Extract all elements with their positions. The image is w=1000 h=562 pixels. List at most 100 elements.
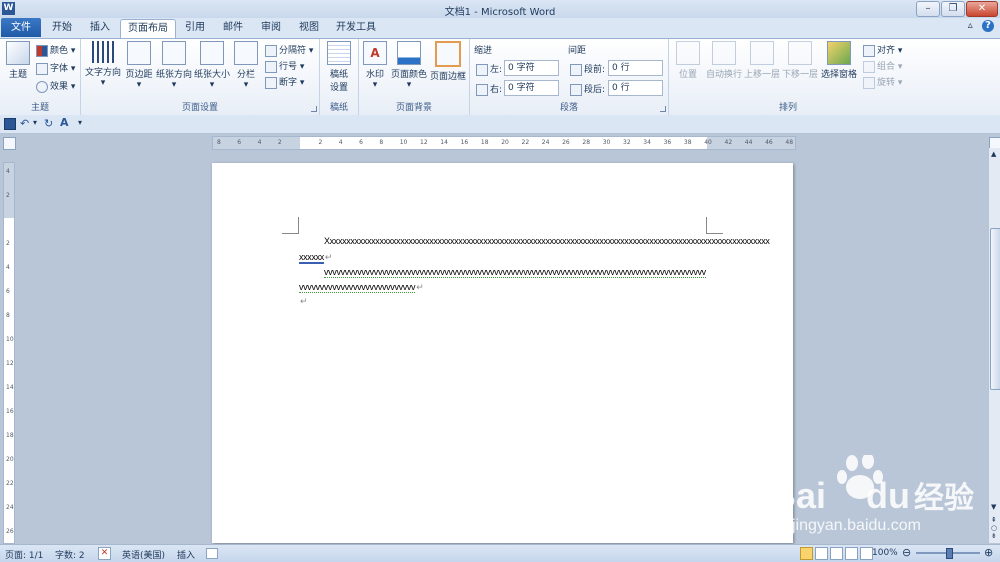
minimize-button[interactable]: –	[916, 1, 940, 17]
ruler-tick: 24	[541, 139, 550, 146]
draft-paper-settings-button[interactable]: 稿纸 设置	[323, 41, 355, 93]
tab-selector[interactable]	[3, 137, 16, 150]
tab-home[interactable]: 开始	[46, 19, 78, 37]
doc-text-line-1[interactable]: Xxxxxxxxxxxxxxxxxxxxxxxxxxxxxxxxxxxxxxxx…	[324, 236, 770, 246]
line-numbers-icon	[265, 60, 277, 73]
selection-pane-button[interactable]: 选择窗格	[819, 41, 859, 80]
wrap-text-button[interactable]: 自动换行	[705, 41, 743, 80]
format-painter-icon[interactable]: A	[60, 116, 69, 129]
zoom-slider[interactable]	[916, 548, 980, 559]
size-button[interactable]: 纸张大小 ▾	[193, 41, 231, 90]
zoom-level[interactable]: 100%	[872, 548, 898, 558]
tab-mailings[interactable]: 邮件	[218, 19, 248, 37]
help-icon[interactable]: ?	[982, 20, 994, 32]
empty-paragraph-mark[interactable]: ↵	[300, 296, 308, 307]
group-objects-button[interactable]: 组合 ▾	[863, 59, 902, 73]
group-paragraph: 缩进 间距 左: 0 字符 右: 0 字符 段前: 0 行 段后: 0 行 段落	[470, 39, 669, 115]
orientation-button[interactable]: 纸张方向 ▾	[155, 41, 193, 90]
text-direction-icon	[92, 41, 114, 63]
redo-button[interactable]: ↻	[44, 117, 53, 130]
language-indicator[interactable]: 英语(美国)	[122, 548, 165, 561]
browse-object-icon[interactable]: ○	[991, 524, 997, 532]
page-count[interactable]: 页面: 1/1	[5, 548, 43, 561]
word-count[interactable]: 字数: 2	[55, 548, 85, 561]
undo-dropdown-icon[interactable]: ▾	[33, 118, 37, 127]
next-page-icon[interactable]: ⇟	[991, 532, 997, 540]
proofing-icon[interactable]: ✕	[98, 547, 111, 560]
themes-button[interactable]: 主题	[4, 41, 32, 80]
group-label-draft-paper: 稿纸	[329, 103, 348, 113]
paragraph-dialog-launcher[interactable]	[660, 106, 666, 112]
tab-references[interactable]: 引用	[180, 19, 210, 37]
outline-view-icon[interactable]	[845, 547, 858, 560]
full-screen-reading-icon[interactable]	[815, 547, 828, 560]
line-numbers-button[interactable]: 行号 ▾	[265, 59, 304, 73]
customize-qat-icon[interactable]: ▾	[78, 118, 82, 127]
rotate-button[interactable]: 旋转 ▾	[863, 75, 902, 89]
doc-text-line-4[interactable]: vvvvvvvvvvvvvvvvvvvvvvvvvvvv↵	[299, 282, 424, 293]
selection-pane-icon	[827, 41, 851, 65]
ruler-tick: 14	[440, 139, 448, 146]
tab-view[interactable]: 视图	[294, 19, 324, 37]
doc-text-line-2[interactable]: xxxxxx↵	[299, 252, 332, 264]
vertical-ruler-tick: 4	[6, 168, 10, 175]
margins-icon	[127, 41, 151, 65]
spacing-after-field[interactable]: 0 行	[608, 80, 663, 96]
theme-effects-button[interactable]: 效果 ▾	[36, 79, 75, 93]
page-setup-dialog-launcher[interactable]	[311, 106, 317, 112]
print-layout-view-icon[interactable]	[800, 547, 813, 560]
window-title: 文档1 - Microsoft Word	[444, 7, 556, 18]
columns-button[interactable]: 分栏 ▾	[231, 41, 261, 90]
group-page-background: A 水印 ▾ 页面颜色 ▾ 页面边框 页面背景	[359, 39, 470, 115]
scroll-up-arrow-icon[interactable]: ▲	[991, 150, 996, 158]
macro-record-icon[interactable]	[206, 548, 218, 559]
indent-left-field[interactable]: 0 字符	[504, 60, 559, 76]
position-button[interactable]: 位置	[671, 41, 705, 80]
tab-file[interactable]: 文件	[1, 18, 41, 37]
group-page-setup: 文字方向 ▾ 页边距 ▾ 纸张方向 ▾ 纸张大小 ▾ 分栏 ▾ 分隔符 ▾ 行号 ▾ 断字…	[81, 39, 320, 115]
page-borders-button[interactable]: 页面边框	[429, 41, 467, 82]
scroll-thumb[interactable]	[990, 228, 1000, 390]
vertical-ruler-tick: 18	[6, 432, 14, 439]
hyphenation-button[interactable]: 断字 ▾	[265, 75, 304, 89]
theme-fonts-button[interactable]: 字体 ▾	[36, 61, 75, 75]
rotate-icon	[863, 76, 875, 89]
spacing-before-field[interactable]: 0 行	[608, 60, 663, 76]
minimize-ribbon-icon[interactable]: ▵	[968, 20, 973, 31]
insert-mode-indicator[interactable]: 插入	[177, 548, 195, 561]
watermark-button[interactable]: A 水印 ▾	[361, 41, 389, 90]
tab-developer[interactable]: 开发工具	[332, 19, 380, 37]
close-button[interactable]: ✕	[966, 1, 998, 17]
ruler-tick: 18	[480, 139, 489, 146]
zoom-in-icon[interactable]: ⊕	[984, 546, 993, 559]
page-color-button[interactable]: 页面颜色 ▾	[389, 41, 429, 90]
prev-page-icon[interactable]: ⇞	[991, 516, 997, 524]
doc-text-line-3[interactable]: vvvvvvvvvvvvvvvvvvvvvvvvvvvvvvvvvvvvvvvv…	[324, 267, 706, 278]
web-layout-icon[interactable]	[830, 547, 843, 560]
ruler-tick: 28	[582, 139, 591, 146]
vertical-ruler-tick: 14	[6, 384, 14, 391]
group-draft-paper: 稿纸 设置 稿纸	[320, 39, 359, 115]
undo-button[interactable]: ↶	[20, 117, 29, 130]
horizontal-ruler[interactable]: 8 6 4 2 2 4 6 8 10 12 14 16 18 20 22 24 26 28 30 32 34 36 38 40…	[212, 136, 796, 150]
restore-button[interactable]: ❐	[941, 1, 965, 17]
indent-right-field[interactable]: 0 字符	[504, 80, 559, 96]
zoom-out-icon[interactable]: ⊖	[902, 546, 911, 559]
ruler-tick: 22	[521, 139, 530, 146]
tab-insert[interactable]: 插入	[84, 19, 116, 37]
bring-forward-button[interactable]: 上移一层	[743, 41, 781, 80]
vertical-ruler[interactable]: 4 2 2 4 6 8 10 12 14 16 18 20 22 24 26	[3, 162, 15, 544]
scroll-down-arrow-icon[interactable]: ▼	[991, 503, 996, 511]
theme-colors-button[interactable]: 颜色 ▾	[36, 43, 75, 57]
tab-page-layout[interactable]: 页面布局	[120, 19, 176, 38]
margins-button[interactable]: 页边距 ▾	[123, 41, 155, 90]
document-page[interactable]: Xxxxxxxxxxxxxxxxxxxxxxxxxxxxxxxxxxxxxxxx…	[212, 163, 793, 543]
zoom-slider-knob[interactable]	[946, 548, 953, 559]
text-direction-button[interactable]: 文字方向 ▾	[83, 41, 123, 88]
send-backward-button[interactable]: 下移一层	[781, 41, 819, 80]
breaks-button[interactable]: 分隔符 ▾	[265, 43, 313, 57]
save-icon[interactable]	[4, 118, 16, 130]
title-bar: W 文档1 - Microsoft Word – ❐ ✕	[0, 0, 1000, 18]
align-button[interactable]: 对齐 ▾	[863, 43, 902, 57]
tab-review[interactable]: 审阅	[256, 19, 286, 37]
